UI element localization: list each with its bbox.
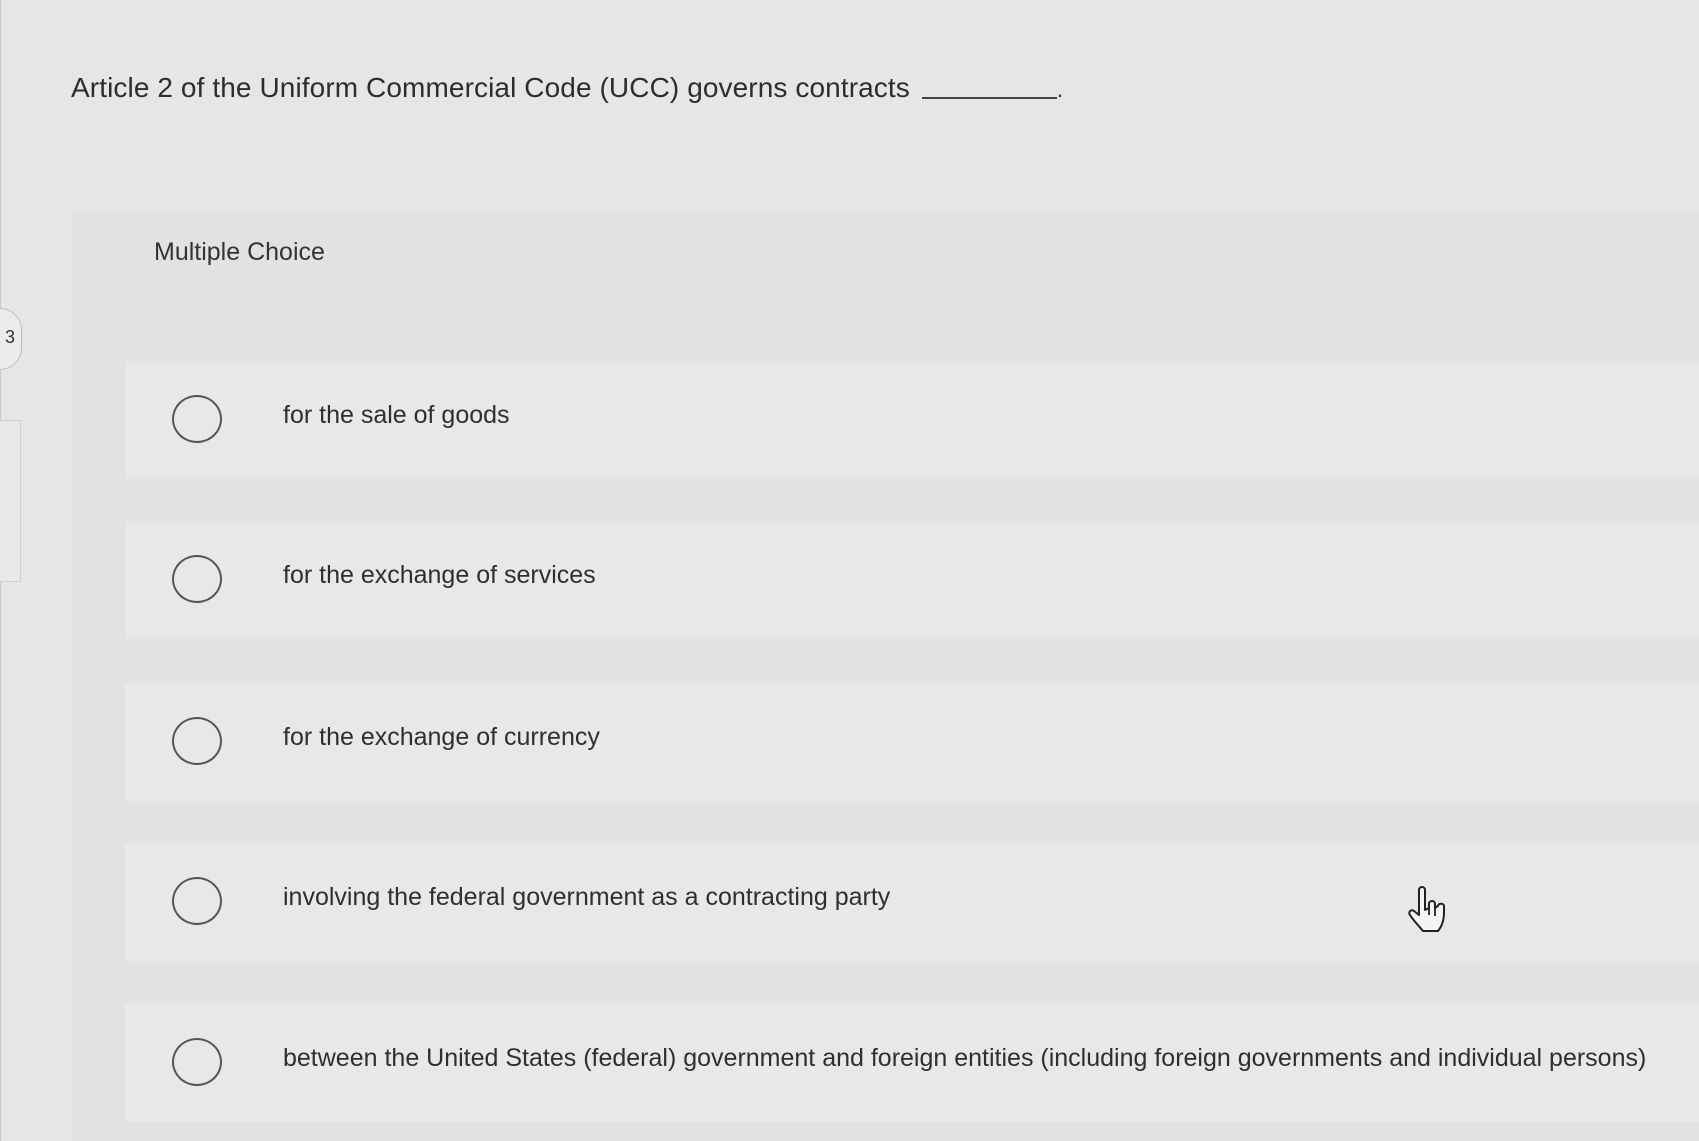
answer-blank xyxy=(921,97,1057,99)
option-text-4: involving the federal government as a co… xyxy=(283,883,891,911)
multiple-choice-label: Multiple Choice xyxy=(154,238,325,266)
option-text-5: between the United States (federal) gove… xyxy=(283,1044,1647,1072)
answer-option-2[interactable]: for the exchange of services xyxy=(125,521,1699,639)
question-period: . xyxy=(1056,77,1064,102)
hand-pointer-icon xyxy=(1408,886,1445,932)
answer-option-5[interactable]: between the United States (federal) gove… xyxy=(125,1004,1699,1122)
radio-button-2[interactable] xyxy=(172,555,222,603)
radio-button-5[interactable] xyxy=(172,1038,222,1086)
question-prompt: Article 2 of the Uniform Commercial Code… xyxy=(71,72,1063,104)
option-text-1: for the sale of goods xyxy=(283,401,510,429)
answer-option-1[interactable]: for the sale of goods xyxy=(125,361,1699,479)
option-text-3: for the exchange of currency xyxy=(283,723,600,751)
answer-option-4[interactable]: involving the federal government as a co… xyxy=(125,843,1699,961)
left-side-strip xyxy=(0,420,21,582)
side-tab-button[interactable]: 3 xyxy=(0,308,22,370)
multiple-choice-panel xyxy=(72,210,1699,1141)
side-tab-label: 3 xyxy=(4,327,15,347)
question-text: Article 2 of the Uniform Commercial Code… xyxy=(71,72,910,103)
answer-option-3[interactable]: for the exchange of currency xyxy=(125,683,1699,801)
radio-button-4[interactable] xyxy=(172,877,222,925)
radio-button-3[interactable] xyxy=(172,717,222,765)
option-text-2: for the exchange of services xyxy=(283,561,596,589)
radio-button-1[interactable] xyxy=(172,395,222,443)
